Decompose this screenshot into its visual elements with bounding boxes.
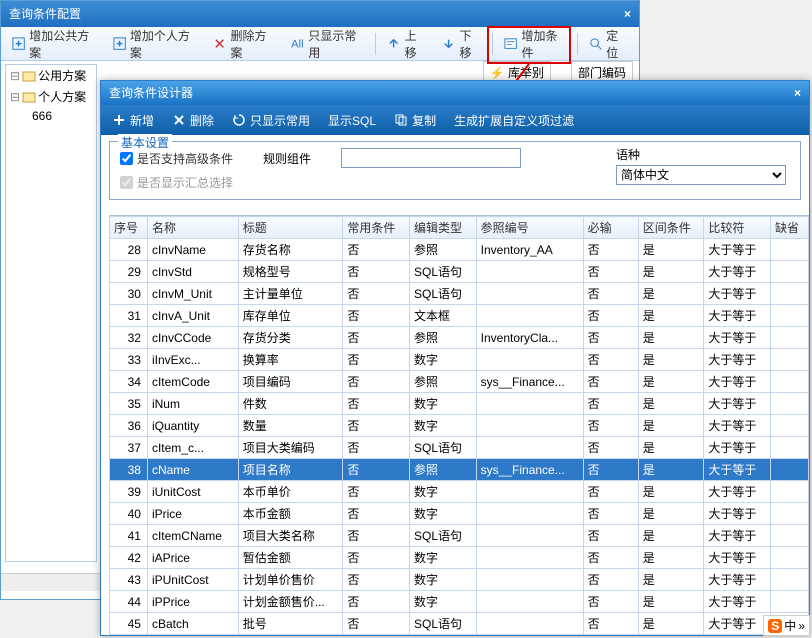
column-header[interactable]: 区间条件 — [638, 217, 704, 239]
table-row[interactable]: 29cInvStd规格型号否SQL语句否是大于等于 — [110, 261, 809, 283]
add-public-plan-button[interactable]: 增加公共方案 — [5, 24, 104, 64]
locate-icon — [588, 36, 603, 52]
add-condition-button[interactable]: 增加条件 — [497, 24, 573, 64]
rule-component-input[interactable] — [341, 148, 521, 168]
summary-checkbox: 是否显示汇总选择 — [120, 174, 233, 191]
table-row[interactable]: 37cItem_c...项目大类编码否SQL语句否是大于等于 — [110, 437, 809, 459]
basic-settings-panel: 基本设置 是否支持高级条件 规则组件 是否显示汇总选择 语种 简体中文 — [109, 141, 801, 200]
gen-custom-button[interactable]: 生成扩展自定义项过滤 — [449, 109, 579, 132]
settings-legend: 基本设置 — [118, 134, 172, 151]
table-row[interactable]: 43iPUnitCost计划单价售价否数字否是大于等于 — [110, 569, 809, 591]
ime-indicator[interactable]: S 中 » — [763, 615, 810, 636]
table-row[interactable]: 45cBatch批号否SQL语句否是大于等于 — [110, 613, 809, 635]
advanced-condition-checkbox[interactable]: 是否支持高级条件 — [120, 150, 233, 167]
column-header[interactable]: 缺省 — [770, 217, 808, 239]
column-header[interactable]: 序号 — [110, 217, 148, 239]
ime-s-icon: S — [768, 619, 782, 633]
copy-icon — [394, 113, 408, 127]
table-row[interactable]: 46cVouchCode对应入库单id否数字否是大于等于 — [110, 635, 809, 636]
table-row[interactable]: 38cName项目名称否参照sys__Finance...否是大于等于 — [110, 459, 809, 481]
delete-button[interactable]: 删除 — [167, 109, 219, 132]
add-condition-icon — [503, 36, 518, 52]
svg-text:All: All — [291, 38, 304, 50]
add-icon — [11, 36, 26, 52]
delete-icon — [172, 113, 186, 127]
language-block: 语种 简体中文 — [616, 146, 786, 185]
language-label: 语种 — [616, 146, 786, 163]
delete-plan-button[interactable]: 删除方案 — [206, 24, 282, 64]
folder-icon — [22, 90, 36, 104]
back-toolbar: 增加公共方案 增加个人方案 删除方案 All 只显示常用 上移 下移 增加条件 — [1, 27, 639, 61]
add-icon — [112, 36, 127, 52]
conditions-grid[interactable]: 序号名称标题常用条件编辑类型参照编号必输区间条件比较符缺省 28cInvName… — [109, 215, 809, 635]
public-plan-node[interactable]: ⊟ 公用方案 — [6, 65, 96, 86]
plan-tree[interactable]: ⊟ 公用方案 ⊟ 个人方案 666 — [5, 64, 97, 562]
show-common-button[interactable]: All 只显示常用 — [284, 24, 371, 64]
table-row[interactable]: 34cItemCode项目编码否参照sys__Finance...否是大于等于 — [110, 371, 809, 393]
filter-icon: All — [290, 36, 305, 52]
front-toolbar: 新增 删除 只显示常用 显示SQL 复制 生成扩展自定义项过滤 — [101, 105, 809, 135]
column-header[interactable]: 参照编号 — [476, 217, 583, 239]
table-row[interactable]: 40iPrice本币金额否数字否是大于等于 — [110, 503, 809, 525]
add-button[interactable]: 新增 — [107, 109, 159, 132]
table-row[interactable]: 32cInvCCode存货分类否参照InventoryCla...否是大于等于 — [110, 327, 809, 349]
plus-icon — [112, 113, 126, 127]
chevron-icon: » — [798, 619, 805, 633]
personal-plan-node[interactable]: ⊟ 个人方案 — [6, 86, 96, 107]
table-row[interactable]: 28cInvName存货名称否参照Inventory_AA否是大于等于 — [110, 239, 809, 261]
front-titlebar[interactable]: 查询条件设计器 × — [101, 81, 809, 105]
delete-icon — [212, 36, 227, 52]
arrow-up-icon — [386, 36, 401, 52]
table-row[interactable]: 35iNum件数否数字否是大于等于 — [110, 393, 809, 415]
personal-plan-child[interactable]: 666 — [6, 107, 96, 125]
move-down-button[interactable]: 下移 — [435, 24, 488, 64]
folder-icon — [22, 69, 36, 83]
column-header[interactable]: 编辑类型 — [410, 217, 477, 239]
table-row[interactable]: 30cInvM_Unit主计量单位否SQL语句否是大于等于 — [110, 283, 809, 305]
table-row[interactable]: 41cItemCName项目大类名称否SQL语句否是大于等于 — [110, 525, 809, 547]
column-header[interactable]: 必输 — [583, 217, 638, 239]
query-designer-window: 查询条件设计器 × 新增 删除 只显示常用 显示SQL 复制 生成扩展自定义项过… — [100, 80, 810, 636]
table-row[interactable]: 33iInvExc...换算率否数字否是大于等于 — [110, 349, 809, 371]
table-row[interactable]: 39iUnitCost本币单价否数字否是大于等于 — [110, 481, 809, 503]
locate-button[interactable]: 定位 — [582, 24, 635, 64]
close-icon[interactable]: × — [794, 81, 801, 105]
table-row[interactable]: 36iQuantity数量否数字否是大于等于 — [110, 415, 809, 437]
table-row[interactable]: 31cInvA_Unit库存单位否文本框否是大于等于 — [110, 305, 809, 327]
column-header[interactable]: 常用条件 — [343, 217, 410, 239]
show-sql-button[interactable]: 显示SQL — [323, 109, 381, 132]
column-header[interactable]: 比较符 — [704, 217, 771, 239]
move-up-button[interactable]: 上移 — [380, 24, 433, 64]
copy-button[interactable]: 复制 — [389, 109, 441, 132]
front-title: 查询条件设计器 — [109, 81, 193, 105]
table-row[interactable]: 44iPPrice计划金额售价...否数字否是大于等于 — [110, 591, 809, 613]
ime-text: 中 — [784, 617, 796, 634]
refresh-icon — [232, 113, 246, 127]
column-header[interactable]: 名称 — [147, 217, 238, 239]
column-header[interactable]: 标题 — [238, 217, 343, 239]
rule-label: 规则组件 — [263, 150, 311, 167]
add-personal-plan-button[interactable]: 增加个人方案 — [106, 24, 205, 64]
language-select[interactable]: 简体中文 — [616, 165, 786, 185]
show-common-button[interactable]: 只显示常用 — [227, 109, 315, 132]
arrow-down-icon — [441, 36, 456, 52]
table-row[interactable]: 42iAPrice暂估金额否数字否是大于等于 — [110, 547, 809, 569]
